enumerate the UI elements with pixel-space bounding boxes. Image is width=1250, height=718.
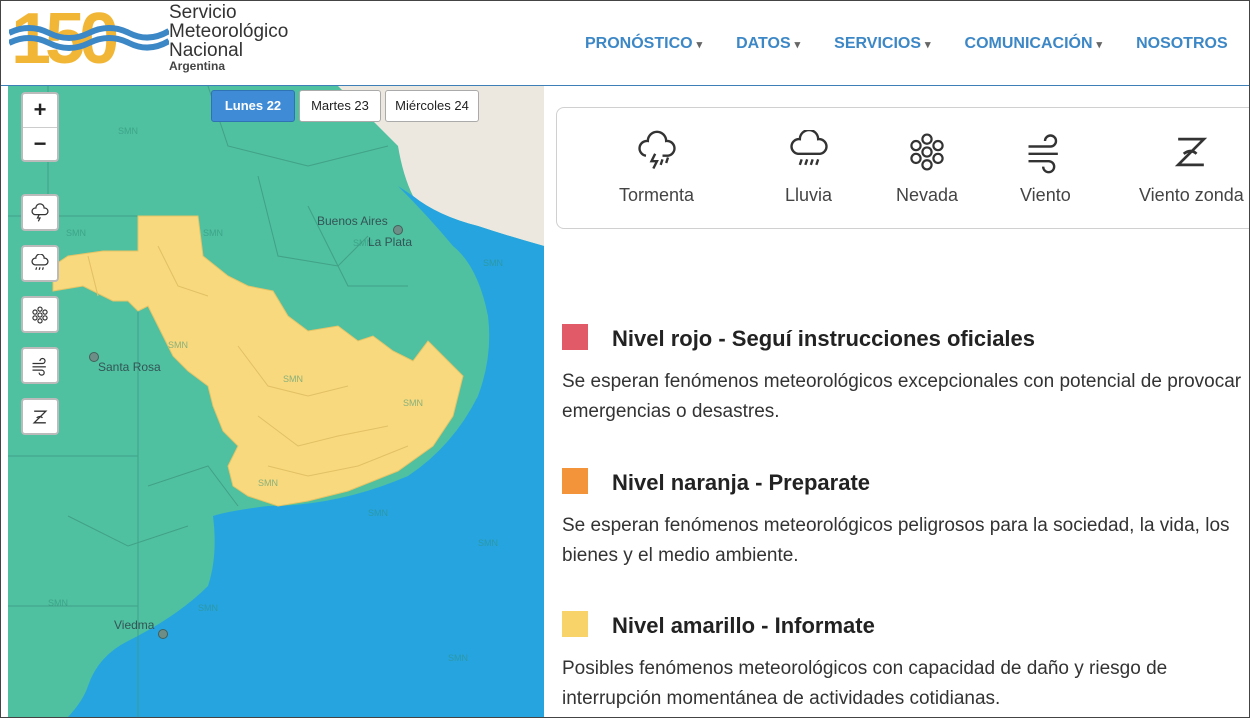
svg-text:SMN: SMN bbox=[368, 508, 388, 518]
wind-icon bbox=[32, 357, 46, 376]
phenomenon-viento-zonda[interactable]: Viento zonda bbox=[1139, 130, 1244, 206]
city-marker-buenos-aires[interactable] bbox=[393, 225, 403, 235]
day-tab-martes[interactable]: Martes 23 bbox=[299, 90, 381, 122]
level-yellow-swatch bbox=[562, 611, 588, 637]
site-header: 150 Servicio Meteorológico Nacional Arge… bbox=[1, 1, 1249, 86]
level-orange-description: Se esperan fenómenos meteorológicos peli… bbox=[562, 515, 1230, 566]
main-nav: PRONÓSTICO ▾ DATOS ▾ SERVICIOS ▾ COMUNICACI… bbox=[585, 35, 1249, 53]
zoom-out-button[interactable]: − bbox=[23, 127, 57, 161]
zoom-in-button[interactable]: + bbox=[23, 94, 57, 127]
brand-line-4: Argentina bbox=[169, 59, 226, 73]
map-watermark: SMN bbox=[118, 126, 138, 136]
city-label-buenos-aires: Buenos Aires bbox=[317, 214, 388, 228]
brand-line-3: Nacional bbox=[169, 40, 243, 61]
svg-text:SMN: SMN bbox=[483, 258, 503, 268]
layer-snow-button[interactable] bbox=[21, 296, 59, 333]
svg-text:SMN: SMN bbox=[48, 598, 68, 608]
chevron-down-icon: ▾ bbox=[1096, 39, 1103, 51]
smn-150-logo[interactable]: 150 bbox=[9, 3, 169, 69]
city-label-viedma: Viedma bbox=[114, 618, 155, 632]
alert-map[interactable]: SMN SMN SMN SMN SMN SMN SMN SMN SMN SMN … bbox=[8, 86, 544, 717]
phenomenon-label: Viento zonda bbox=[1139, 185, 1244, 205]
nav-servicios[interactable]: SERVICIOS ▾ bbox=[834, 35, 930, 53]
nav-comunicacion[interactable]: COMUNICACIÓN ▾ bbox=[965, 35, 1103, 53]
level-orange-swatch bbox=[562, 468, 588, 494]
chevron-down-icon: ▾ bbox=[696, 39, 703, 51]
zonda-icon bbox=[1175, 137, 1208, 167]
chevron-down-icon: ▾ bbox=[925, 39, 931, 51]
zonda-icon bbox=[32, 410, 48, 423]
level-orange-title: Nivel naranja - Preparate bbox=[612, 470, 871, 495]
wind-icon bbox=[1028, 134, 1059, 174]
phenomenon-nevada[interactable]: Nevada bbox=[896, 130, 958, 206]
nav-nosotros[interactable]: NOSOTROS bbox=[1136, 35, 1228, 53]
svg-text:SMN: SMN bbox=[198, 603, 218, 613]
phenomena-selector: Tormenta Lluvia Nevada Viento Viento zon… bbox=[556, 107, 1249, 229]
thunderstorm-icon bbox=[31, 202, 49, 222]
svg-text:SMN: SMN bbox=[448, 653, 468, 663]
svg-text:SMN: SMN bbox=[283, 374, 303, 384]
city-label-santa-rosa: Santa Rosa bbox=[98, 360, 161, 374]
level-red-title: Nivel rojo - Seguí instrucciones oficial… bbox=[612, 326, 1036, 351]
day-tab-miercoles[interactable]: Miércoles 24 bbox=[385, 90, 479, 122]
brand-line-2: Meteorológico bbox=[169, 21, 289, 42]
rain-icon bbox=[789, 128, 828, 166]
svg-text:SMN: SMN bbox=[203, 228, 223, 238]
level-red-description: Se esperan fenómenos meteorológicos exce… bbox=[562, 371, 1242, 422]
layer-zonda-button[interactable] bbox=[21, 398, 59, 435]
chevron-down-icon: ▾ bbox=[794, 39, 801, 51]
nav-datos[interactable]: DATOS ▾ bbox=[736, 35, 800, 53]
svg-text:SMN: SMN bbox=[258, 478, 278, 488]
page-frame: 150 Servicio Meteorológico Nacional Arge… bbox=[0, 0, 1250, 718]
brand-line-1: Servicio bbox=[169, 2, 237, 23]
snow-icon bbox=[910, 133, 944, 171]
layer-thunderstorm-button[interactable] bbox=[21, 194, 59, 231]
svg-text:SMN: SMN bbox=[66, 228, 86, 238]
phenomenon-label: Tormenta bbox=[619, 185, 695, 205]
phenomenon-label: Viento bbox=[1020, 185, 1071, 205]
brand-name: Servicio Meteorológico Nacional Argentin… bbox=[169, 3, 288, 73]
rain-icon bbox=[31, 253, 49, 270]
phenomenon-lluvia[interactable]: Lluvia bbox=[785, 128, 833, 206]
svg-text:SMN: SMN bbox=[478, 538, 498, 548]
zoom-control: + − bbox=[21, 92, 59, 162]
layer-rain-button[interactable] bbox=[21, 245, 59, 282]
snow-icon bbox=[32, 306, 48, 323]
phenomenon-tormenta[interactable]: Tormenta bbox=[619, 130, 694, 206]
city-label-la-plata: La Plata bbox=[368, 235, 413, 249]
level-yellow-title: Nivel amarillo - Informate bbox=[612, 613, 875, 638]
phenomenon-label: Lluvia bbox=[785, 185, 833, 205]
phenomenon-label: Nevada bbox=[896, 185, 959, 205]
day-tabs: Lunes 22 Martes 23 Miércoles 24 bbox=[211, 90, 483, 122]
city-marker-viedma[interactable] bbox=[158, 629, 168, 639]
thunderstorm-icon bbox=[637, 130, 676, 170]
day-tab-lunes[interactable]: Lunes 22 bbox=[211, 90, 295, 122]
map-canvas: SMN SMN SMN SMN SMN SMN SMN SMN SMN SMN … bbox=[8, 86, 544, 717]
svg-text:SMN: SMN bbox=[168, 340, 188, 350]
layer-wind-button[interactable] bbox=[21, 347, 59, 384]
level-red-swatch bbox=[562, 324, 588, 350]
level-yellow-description: Posibles fenómenos meteorológicos con ca… bbox=[562, 658, 1168, 709]
phenomenon-viento[interactable]: Viento bbox=[1020, 130, 1071, 206]
svg-text:SMN: SMN bbox=[403, 398, 423, 408]
nav-pronostico[interactable]: PRONÓSTICO ▾ bbox=[585, 35, 702, 53]
